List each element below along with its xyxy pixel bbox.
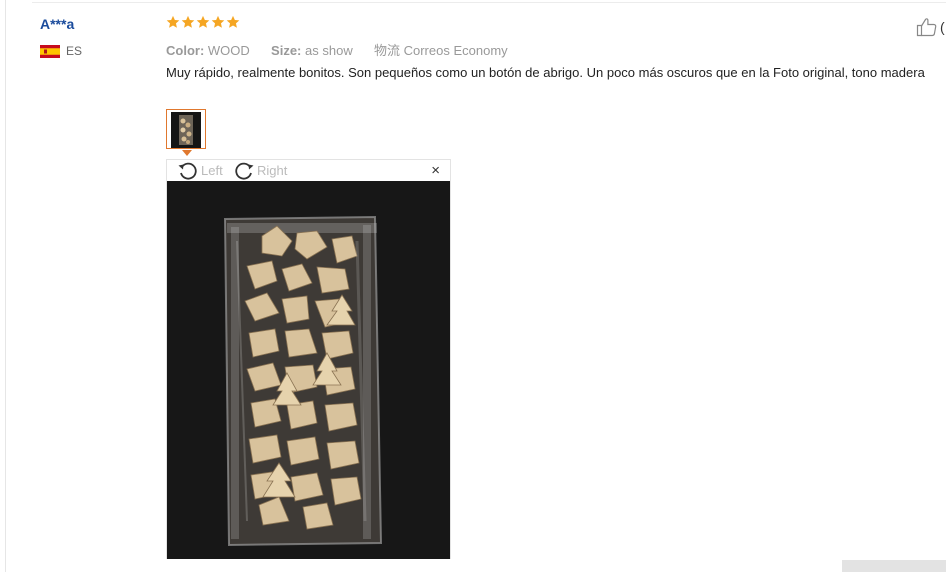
review-photo [167, 181, 450, 559]
review-divider [32, 2, 946, 3]
shipping-label: 物流 [373, 43, 400, 58]
helpful-button[interactable]: ( [916, 17, 945, 37]
star-icon [226, 15, 240, 28]
horizontal-scrollbar[interactable] [842, 560, 946, 572]
thumbnail-image [171, 112, 201, 148]
size-value: as show [305, 43, 353, 58]
rotate-right-button[interactable]: Right [233, 161, 287, 180]
close-viewer-button[interactable]: × [431, 162, 440, 180]
rotate-right-icon [235, 162, 254, 180]
star-icon [166, 15, 180, 28]
color-label: Color: [166, 43, 205, 58]
rotate-left-button[interactable]: Left [177, 161, 223, 180]
thumbnail-pointer [182, 150, 192, 156]
review-text: Muy rápido, realmente bonitos. Son peque… [166, 65, 925, 80]
rotate-right-label: Right [257, 163, 288, 178]
order-attributes: Color: WOOD Size: as show 物流 Correos Eco… [166, 40, 508, 59]
reviewer-name: A***a [40, 16, 75, 32]
star-rating [166, 15, 240, 29]
rotate-left-icon [178, 162, 197, 180]
shipping-value: Correos Economy [403, 43, 508, 58]
size-label: Size: [271, 43, 302, 58]
star-icon [181, 15, 195, 28]
reviewer-country: ES [40, 44, 82, 58]
image-viewer: Left Right × [166, 159, 451, 559]
viewer-toolbar: Left Right × [167, 160, 450, 181]
rotate-left-label: Left [201, 163, 223, 178]
review-photo-thumbnail[interactable] [166, 109, 206, 149]
color-value: WOOD [207, 43, 250, 58]
country-code: ES [66, 44, 83, 58]
spain-flag-icon [40, 44, 60, 58]
thumbs-up-icon [916, 18, 937, 37]
helpful-count: ( [940, 19, 945, 35]
star-icon [196, 15, 210, 28]
star-icon [211, 15, 225, 28]
left-border [5, 0, 6, 572]
